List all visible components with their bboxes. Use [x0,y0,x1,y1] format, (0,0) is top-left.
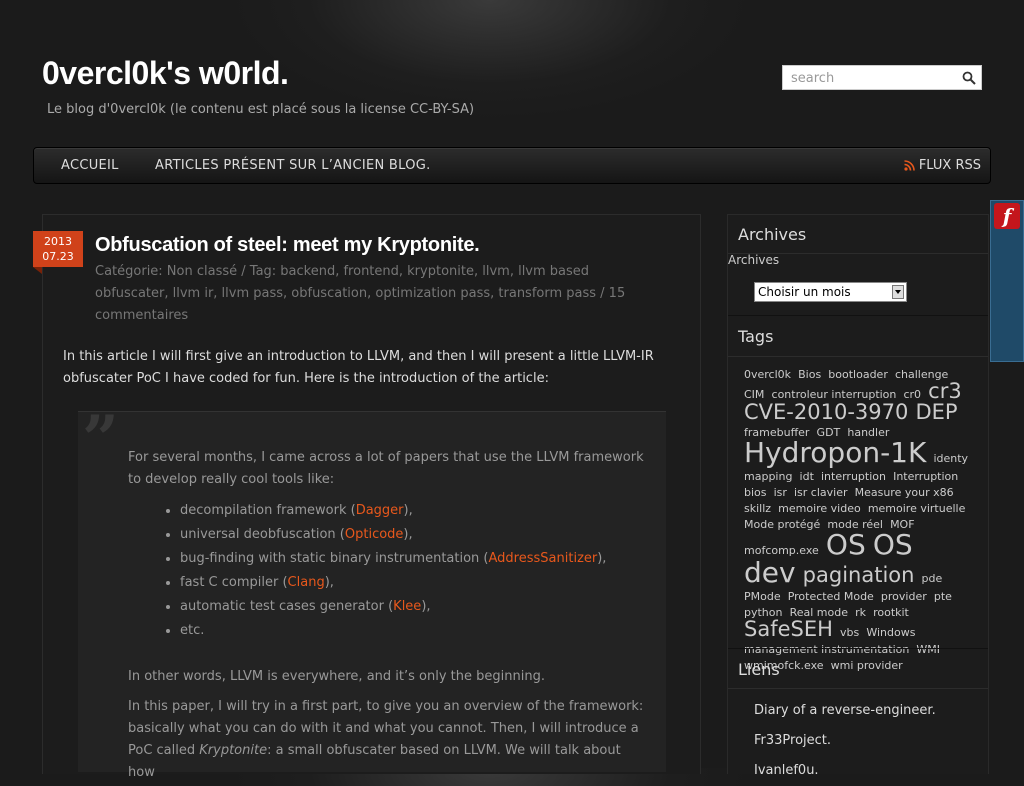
list-item-text: automatic test cases generator ( [180,599,394,614]
tag-link[interactable]: rootkit [873,606,909,619]
links-widget-title: Liens [738,660,780,679]
list-item: etc. [180,619,606,643]
tools-list: decompilation framework (Dagger), univer… [128,499,606,643]
addresssanitizer-link[interactable]: AddressSanitizer [489,551,598,566]
list-item-text: etc. [180,623,205,638]
links-list: Diary of a reverse-engineer. Fr33Project… [754,696,936,786]
list-item: bug-finding with static binary instrumen… [180,547,606,571]
rss-icon [904,160,915,171]
tag-link[interactable]: CVE-2010-3970 [744,400,908,424]
post-date-badge: 2013 07.23 [33,231,83,274]
kryptonite-emphasis: Kryptonite [199,743,268,758]
tag-link[interactable]: vbs [840,626,859,639]
tags-widget-title: Tags [738,327,774,346]
site-description: Le blog d'0vercl0k (le contenu est placé… [47,102,475,117]
post-title[interactable]: Obfuscation of steel: meet my Kryptonite… [95,234,480,257]
search-box [782,65,982,90]
list-item: decompilation framework (Dagger), [180,499,606,523]
tag-link[interactable]: 0vercl0k [744,368,791,381]
archives-widget-title: Archives [738,225,807,244]
link-fr33project[interactable]: Fr33Project. [754,726,936,756]
tag-link[interactable]: wmi provider [831,659,903,672]
tag-link[interactable]: idt [800,470,814,483]
archives-month-select[interactable]: Choisir un mois [754,282,907,302]
link-ivanlef0u[interactable]: Ivanlef0u. [754,756,936,786]
search-input[interactable] [791,69,956,87]
tag-link[interactable]: rk [855,606,866,619]
tag-link[interactable]: Mode protégé [744,518,820,531]
clang-link[interactable]: Clang [288,575,325,590]
tag-link[interactable]: Hydropon-1K [744,436,926,469]
search-icon[interactable] [962,71,976,85]
archives-select-value: Choisir un mois [758,285,851,299]
opticode-link[interactable]: Opticode [345,527,404,542]
main-navigation: ACCUEIL ARTICLES PRÉSENT SUR L’ANCIEN BL… [33,147,991,184]
list-item: automatic test cases generator (Klee), [180,595,606,619]
post-meta: Catégorie: Non classé / Tag: backend, fr… [95,264,626,323]
klee-link[interactable]: Klee [393,599,421,614]
tag-link[interactable]: pte [934,590,952,603]
tag-link[interactable]: DEP [915,400,957,424]
list-item-text: ), [421,599,431,614]
quote-paragraph-2: In other words, LLVM is everywhere, and … [128,669,545,684]
post-date-day: 07.23 [42,250,74,263]
list-item: universal deobfuscation (Opticode), [180,523,606,547]
flash-player-icon[interactable]: f [994,203,1020,229]
tag-link[interactable]: OS [826,528,866,561]
tag-cloud: 0vercl0k Bios bootloader challenge CIM c… [744,365,972,672]
list-item-text: ), [403,527,413,542]
post-intro: In this article I will first give an int… [63,349,654,386]
nav-item-old-blog-articles[interactable]: ARTICLES PRÉSENT SUR L’ANCIEN BLOG. [155,158,431,173]
tag-link[interactable]: memoire video [778,502,861,515]
rss-feed-link[interactable]: FLUX RSS [904,158,981,173]
list-item-text: ), [403,503,413,518]
link-diary-of-a-reverse-engineer[interactable]: Diary of a reverse-engineer. [754,696,936,726]
list-item-text: fast C compiler ( [180,575,288,590]
list-item-text: bug-finding with static binary instrumen… [180,551,489,566]
chevron-down-icon [892,285,904,299]
tag-link[interactable]: pde [922,572,943,585]
tag-link[interactable]: WMI [916,643,940,656]
tag-link[interactable]: isr clavier [794,486,848,499]
list-item-text: universal deobfuscation ( [180,527,345,542]
tag-link[interactable]: bootloader [828,368,888,381]
tag-link[interactable]: isr [774,486,787,499]
quote-mark-icon: ” [82,402,119,477]
site-title[interactable]: 0vercl0k's w0rld. [42,55,289,92]
nav-item-accueil[interactable]: ACCUEIL [61,158,119,173]
quote-paragraph-1: For several months, I came across a lot … [128,450,644,487]
archives-label: Archives [728,253,780,267]
tag-link[interactable]: provider [881,590,927,603]
tag-link[interactable]: Bios [798,368,821,381]
tag-link[interactable]: pagination [803,563,915,587]
rss-label: FLUX RSS [918,158,981,173]
list-item: fast C compiler (Clang), [180,571,606,595]
tag-link[interactable]: Protected Mode [788,590,874,603]
blockquote: ” For several months, I came across a lo… [78,402,666,780]
tag-link[interactable]: SafeSEH [744,617,833,641]
dagger-link[interactable]: Dagger [356,503,404,518]
post-date-year: 2013 [44,235,72,248]
tag-link[interactable]: memoire virtuelle [868,502,966,515]
tag-link[interactable]: interruption [821,470,886,483]
list-item-text: ), [324,575,334,590]
list-item-text: ), [597,551,607,566]
list-item-text: decompilation framework ( [180,503,356,518]
tag-link[interactable]: PMode [744,590,781,603]
quote-paragraph-3: In this paper, I will try in a first par… [128,696,648,784]
